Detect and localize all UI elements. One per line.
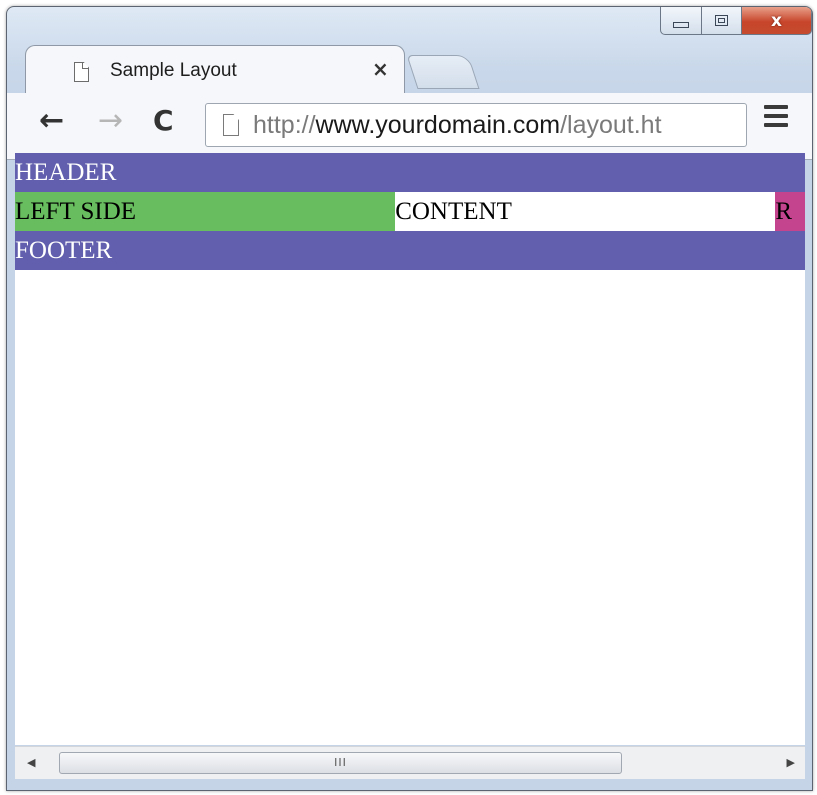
url-host: www.yourdomain.com bbox=[315, 111, 561, 139]
menu-bar bbox=[764, 105, 788, 109]
forward-button[interactable]: → bbox=[98, 106, 123, 136]
content-column: CONTENT bbox=[395, 192, 776, 231]
url-text[interactable]: http://www.yourdomain.com/layout.ht bbox=[253, 110, 662, 140]
scroll-right-arrow-icon[interactable]: ▶ bbox=[787, 756, 795, 769]
page-columns: LEFT SIDE CONTENT R bbox=[15, 192, 805, 231]
page-icon bbox=[223, 114, 239, 136]
right-side-column: R bbox=[775, 192, 805, 231]
page-viewport: HEADER LEFT SIDE CONTENT R FOOTER bbox=[15, 153, 805, 745]
left-side-column: LEFT SIDE bbox=[15, 192, 396, 231]
close-window-button[interactable]: x bbox=[742, 7, 812, 35]
address-bar[interactable]: http://www.yourdomain.com/layout.ht bbox=[205, 103, 747, 147]
menu-bar bbox=[764, 123, 788, 127]
url-scheme: http:// bbox=[253, 111, 316, 139]
close-icon: x bbox=[771, 10, 782, 31]
url-path: /layout.ht bbox=[560, 111, 662, 139]
maximize-icon bbox=[715, 15, 728, 26]
scrollbar-thumb[interactable]: III bbox=[59, 752, 622, 774]
page-footer: FOOTER bbox=[15, 231, 805, 270]
page-icon bbox=[74, 62, 89, 82]
minimize-button[interactable] bbox=[660, 7, 702, 35]
tab-close-button[interactable]: × bbox=[372, 57, 389, 81]
hamburger-menu-icon[interactable] bbox=[764, 105, 788, 132]
minimize-icon bbox=[673, 21, 689, 28]
tab-title: Sample Layout bbox=[110, 60, 237, 81]
new-tab-button[interactable] bbox=[406, 55, 480, 89]
horizontal-scrollbar[interactable]: ◀ III ▶ bbox=[15, 746, 805, 779]
reload-button[interactable]: C bbox=[153, 107, 174, 135]
back-button[interactable]: ← bbox=[39, 106, 64, 136]
menu-bar bbox=[764, 114, 788, 118]
window-controls: x bbox=[660, 7, 812, 37]
scroll-left-arrow-icon[interactable]: ◀ bbox=[27, 756, 35, 769]
maximize-button[interactable] bbox=[702, 7, 742, 35]
page-header: HEADER bbox=[15, 153, 805, 192]
browser-toolbar: ← → C http://www.yourdomain.com/layout.h… bbox=[7, 93, 812, 160]
